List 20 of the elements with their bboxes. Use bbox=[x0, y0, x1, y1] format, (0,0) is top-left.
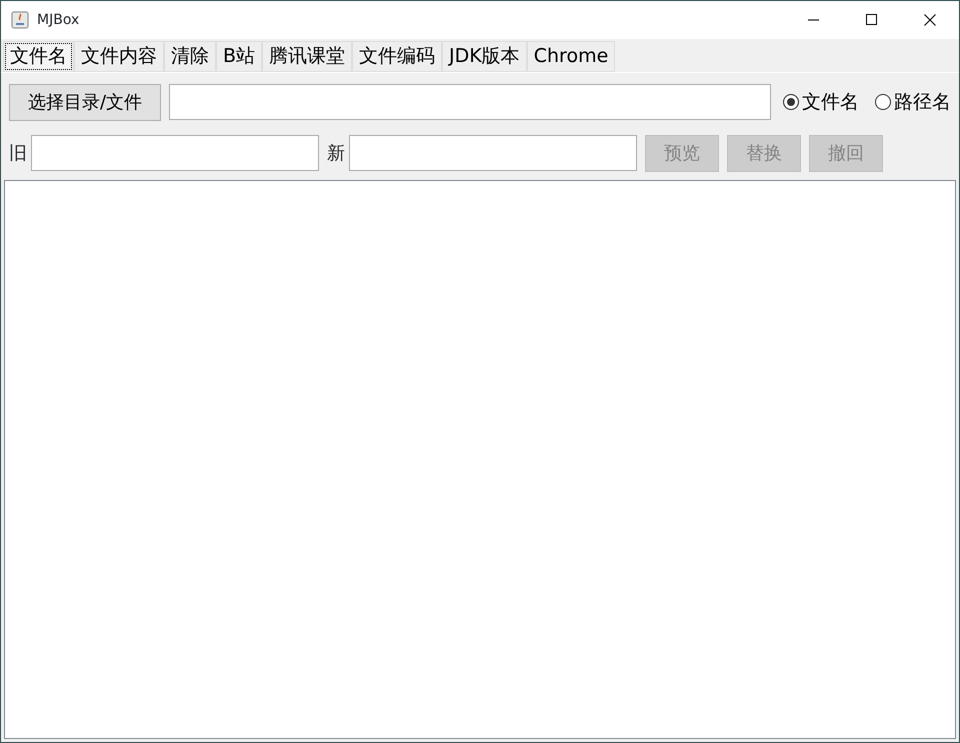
tab[interactable]: B站 bbox=[216, 41, 262, 72]
tab[interactable]: 文件名 bbox=[3, 41, 74, 72]
tab[interactable]: 腾讯课堂 bbox=[262, 41, 352, 72]
new-label: 新 bbox=[327, 142, 345, 166]
radio-option[interactable]: 路径名 bbox=[875, 88, 951, 116]
tab[interactable]: JDK版本 bbox=[442, 41, 527, 72]
old-field[interactable] bbox=[31, 135, 319, 172]
path-field[interactable] bbox=[169, 84, 771, 120]
tab[interactable]: 文件内容 bbox=[74, 41, 164, 72]
app-icon bbox=[11, 11, 29, 29]
window-title: MJBox bbox=[37, 10, 80, 30]
close-icon bbox=[924, 14, 936, 26]
tab[interactable]: 文件编码 bbox=[352, 41, 442, 72]
old-label: 旧 bbox=[9, 142, 27, 166]
tab[interactable]: Chrome bbox=[526, 41, 616, 72]
new-field[interactable] bbox=[349, 135, 637, 172]
tab[interactable]: 清除 bbox=[164, 41, 216, 72]
maximize-icon bbox=[866, 14, 878, 26]
radio-option[interactable]: 文件名 bbox=[783, 88, 859, 116]
choose-button[interactable]: 选择目录/文件 bbox=[9, 84, 162, 121]
